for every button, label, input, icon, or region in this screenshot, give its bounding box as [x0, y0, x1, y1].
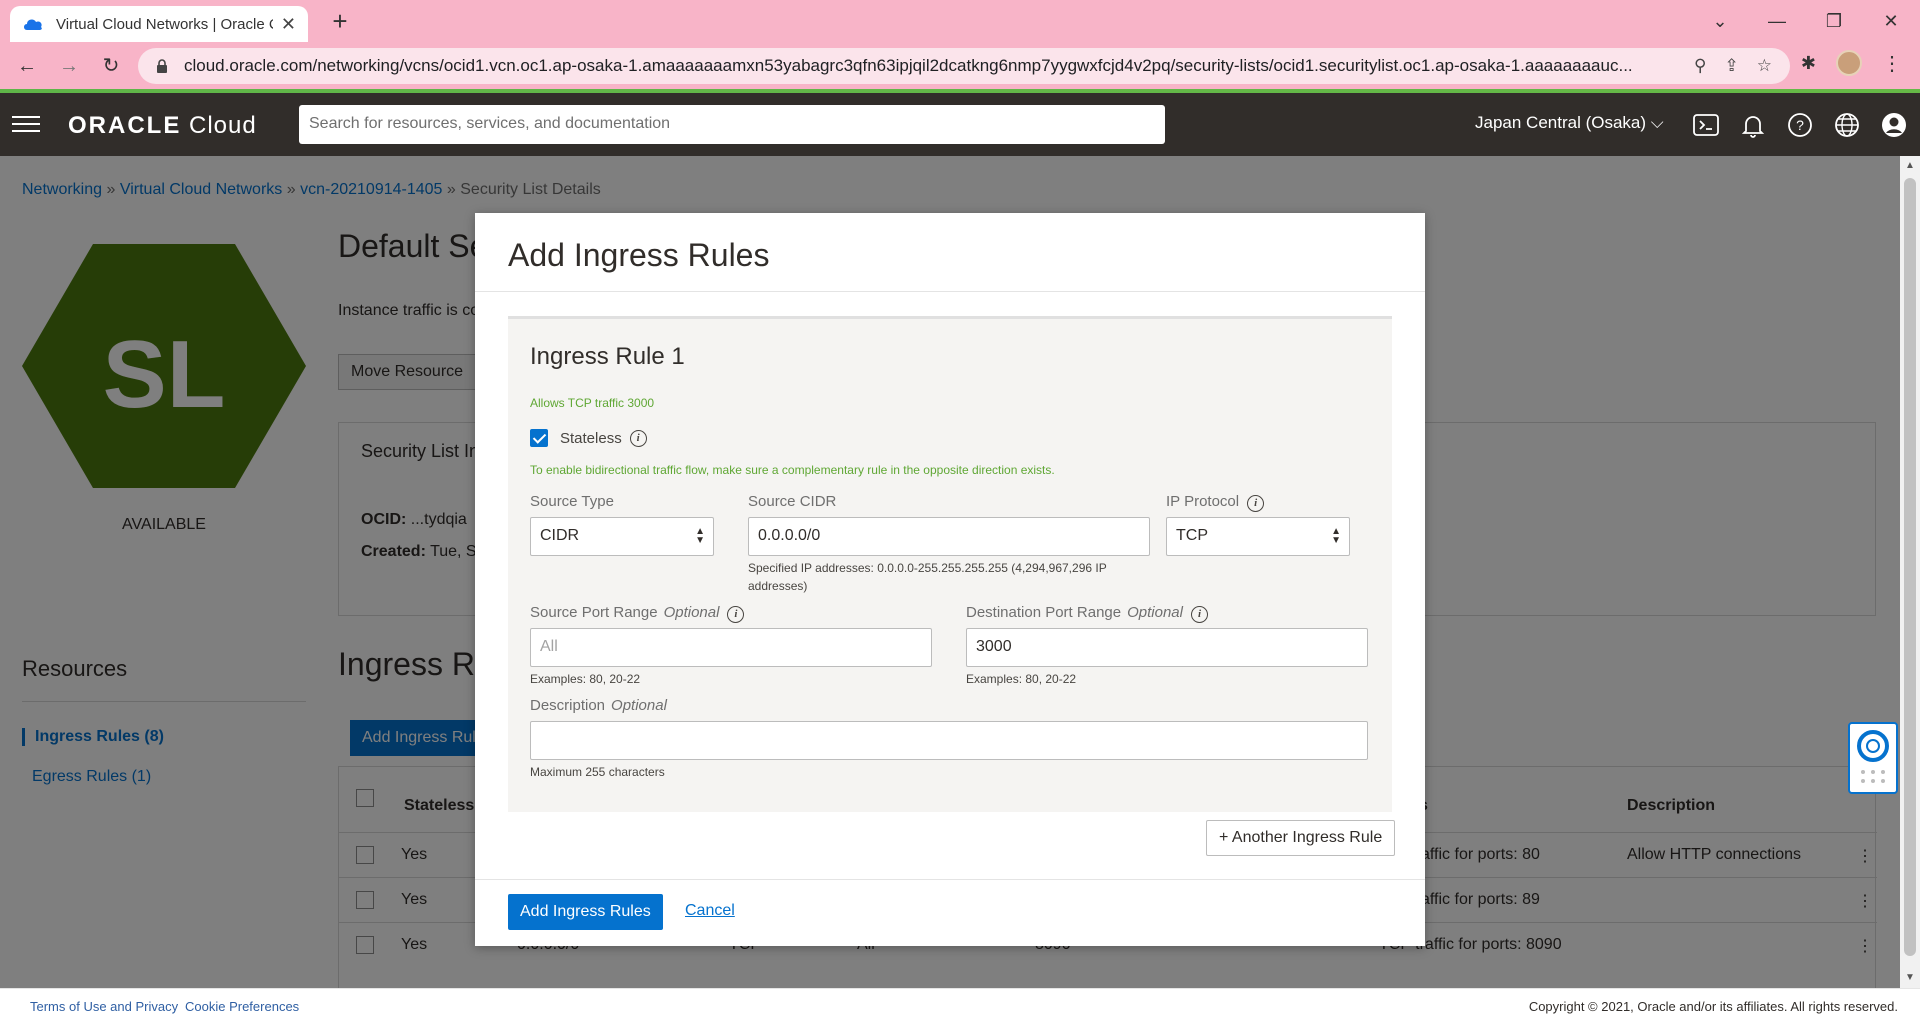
global-search-input[interactable]: Search for resources, services, and docu… — [299, 105, 1165, 144]
close-window-icon[interactable]: ✕ — [1866, 6, 1916, 36]
source-type-value: CIDR — [540, 527, 580, 544]
cookie-preferences-link[interactable]: Cookie Preferences — [185, 999, 299, 1014]
divider — [475, 291, 1425, 292]
description-input[interactable] — [530, 721, 1368, 760]
scroll-up-icon[interactable]: ▲ — [1905, 160, 1915, 171]
new-tab-button[interactable]: + — [325, 6, 355, 36]
cancel-button[interactable]: Cancel — [685, 902, 735, 920]
puzzle-icon[interactable]: ✱ — [1801, 53, 1816, 74]
info-icon[interactable]: i — [1190, 606, 1208, 623]
help-icon[interactable]: ? — [1786, 111, 1814, 139]
browser-menu-icon[interactable]: ⋮ — [1882, 51, 1902, 76]
description-label: Description Optional — [530, 697, 667, 714]
dest-port-help: Examples: 80, 20-22 — [966, 672, 1077, 686]
source-port-label: Source Port Range Optional i — [530, 604, 745, 623]
forward-button[interactable]: → — [54, 51, 84, 81]
stateless-option: Stateless i — [530, 429, 647, 447]
divider — [475, 879, 1425, 880]
ip-protocol-value: TCP — [1176, 527, 1208, 544]
ip-protocol-select[interactable]: TCP ▲ ▼ — [1166, 517, 1350, 556]
url-bar[interactable]: cloud.oracle.com/networking/vcns/ocid1.v… — [138, 48, 1790, 84]
stateless-hint: To enable bidirectional traffic flow, ma… — [530, 463, 1055, 477]
region-selector[interactable]: Japan Central (Osaka) ⌵ — [1475, 113, 1664, 133]
chevron-down-icon: ⌵ — [1650, 113, 1664, 132]
terms-link[interactable]: Terms of Use and Privacy — [30, 999, 178, 1014]
zoom-icon[interactable]: ⚲ — [1694, 56, 1706, 76]
cloud-shell-icon[interactable] — [1692, 111, 1720, 139]
info-icon[interactable]: i — [1247, 495, 1265, 512]
avatar[interactable] — [1836, 50, 1862, 76]
back-button[interactable]: ← — [12, 51, 42, 81]
bell-icon[interactable] — [1739, 111, 1767, 139]
star-icon[interactable]: ☆ — [1757, 56, 1772, 76]
oracle-cloud-favicon — [24, 19, 42, 30]
lifebuoy-icon — [1857, 730, 1889, 783]
source-cidr-input[interactable]: 0.0.0.0/0 — [748, 517, 1150, 556]
console-header: ORACLE Cloud Search for resources, servi… — [0, 93, 1920, 156]
oracle-cloud-logo[interactable]: ORACLE Cloud — [68, 112, 257, 140]
stateless-label: Stateless — [560, 429, 622, 447]
ip-protocol-label: IP Protocol i — [1166, 493, 1265, 512]
dest-port-input[interactable]: 3000 — [966, 628, 1368, 667]
source-cidr-label: Source CIDR — [748, 493, 837, 510]
browser-tab[interactable]: Virtual Cloud Networks | Oracle C ✕ — [10, 6, 308, 42]
svg-text:?: ? — [1796, 117, 1804, 133]
tab-search-icon[interactable]: ⌄ — [1695, 6, 1745, 36]
dest-port-label: Destination Port Range Optional i — [966, 604, 1208, 623]
source-port-input[interactable]: All — [530, 628, 932, 667]
tab-title: Virtual Cloud Networks | Oracle C — [56, 15, 273, 33]
source-type-label: Source Type — [530, 493, 614, 510]
stateless-checkbox[interactable] — [530, 429, 548, 447]
add-ingress-rules-dialog: Add Ingress Rules Ingress Rule 1 Allows … — [475, 213, 1425, 946]
rule-summary: Allows TCP traffic 3000 — [530, 396, 655, 410]
source-cidr-help: Specified IP addresses: 0.0.0.0-255.255.… — [748, 561, 1107, 593]
tab-close-icon[interactable]: ✕ — [281, 14, 296, 35]
info-icon[interactable]: i — [727, 606, 745, 623]
add-ingress-rules-submit-button[interactable]: Add Ingress Rules — [508, 894, 663, 930]
minimize-icon[interactable]: — — [1752, 6, 1802, 36]
url-text: cloud.oracle.com/networking/vcns/ocid1.v… — [184, 56, 1633, 75]
ingress-rule-panel: Ingress Rule 1 Allows TCP traffic 3000 S… — [508, 316, 1392, 812]
page-footer: Terms of Use and Privacy Cookie Preferen… — [0, 988, 1920, 1018]
globe-icon[interactable] — [1833, 111, 1861, 139]
source-type-select[interactable]: CIDR ▲ ▼ — [530, 517, 714, 556]
lock-icon — [157, 59, 167, 73]
select-arrows-icon: ▲ ▼ — [695, 526, 705, 546]
scroll-down-icon[interactable]: ▼ — [1905, 972, 1915, 983]
scrollbar-thumb[interactable] — [1904, 178, 1916, 956]
info-icon[interactable]: i — [629, 429, 647, 447]
rule-title: Ingress Rule 1 — [530, 343, 685, 370]
reload-button[interactable]: ↻ — [96, 51, 126, 81]
hamburger-menu-icon[interactable] — [12, 116, 40, 134]
source-port-help: Examples: 80, 20-22 — [530, 672, 641, 686]
user-icon[interactable] — [1880, 111, 1908, 139]
copyright-text: Copyright © 2021, Oracle and/or its affi… — [1528, 999, 1898, 1014]
select-arrows-icon: ▲ ▼ — [1331, 526, 1341, 546]
description-help: Maximum 255 characters — [530, 765, 665, 779]
another-ingress-rule-button[interactable]: + Another Ingress Rule — [1206, 820, 1396, 856]
share-icon[interactable]: ⇪ — [1725, 56, 1739, 76]
browser-tab-bar: Virtual Cloud Networks | Oracle C ✕ + ⌄ … — [0, 0, 1920, 42]
help-widget[interactable] — [1848, 722, 1898, 794]
dialog-title: Add Ingress Rules — [508, 237, 770, 273]
page-scrollbar[interactable]: ▲ ▼ — [1900, 156, 1920, 988]
restore-icon[interactable]: ❐ — [1809, 6, 1859, 36]
